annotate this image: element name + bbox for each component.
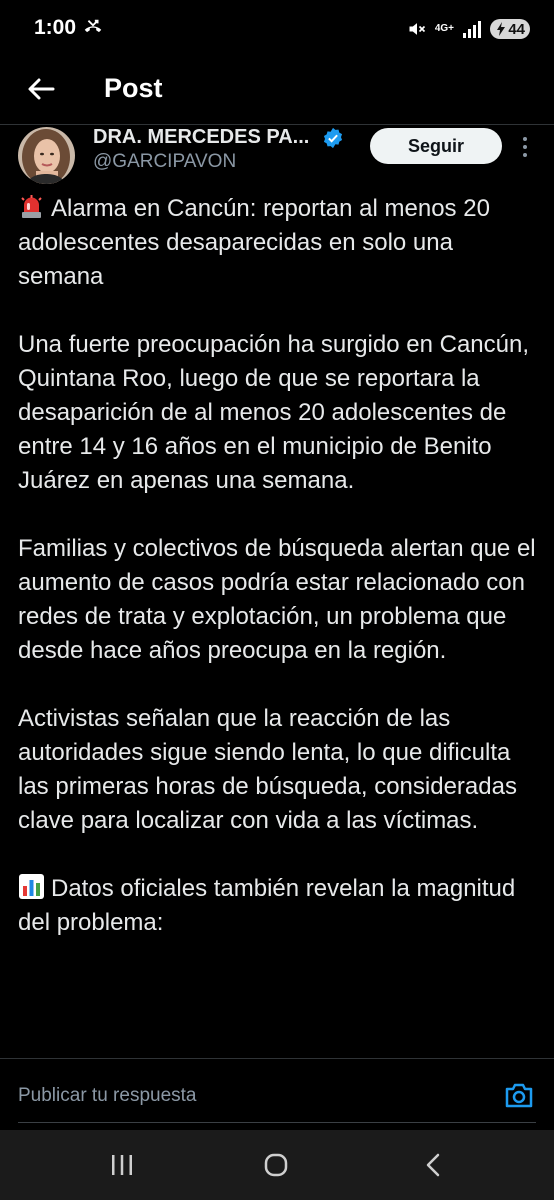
missed-call-icon: [84, 19, 102, 33]
post-header: DRA. MERCEDES PA... @GARCIPAVON Seguir: [0, 125, 554, 185]
page-title: Post: [104, 73, 163, 103]
verified-badge-icon: [323, 127, 343, 149]
paragraph-text: Familias y colectivos de búsqueda alerta…: [18, 535, 536, 664]
signal-icon: [463, 21, 481, 38]
follow-button[interactable]: Seguir: [370, 128, 502, 164]
arrow-left-icon: [28, 78, 55, 100]
avatar[interactable]: [18, 127, 75, 184]
post-paragraph: Datos oficiales también revelan la magni…: [18, 872, 538, 940]
author-name[interactable]: DRA. MERCEDES PA...: [93, 126, 309, 149]
network-type: 4G+: [434, 23, 454, 34]
rotating-light-icon: [21, 195, 42, 218]
post-paragraph: Alarma en Cancún: reportan al menos 20 a…: [18, 192, 538, 294]
post-paragraph: Familias y colectivos de búsqueda alerta…: [18, 532, 538, 668]
post-paragraph: Una fuerte preocupación ha surgido en Ca…: [18, 328, 538, 498]
reply-input[interactable]: Publicar tu respuesta: [18, 1085, 197, 1107]
recent-apps-icon[interactable]: [110, 1154, 134, 1176]
avatar-image: [18, 127, 75, 184]
reply-bar: Publicar tu respuesta: [0, 1058, 554, 1131]
paragraph-text: Una fuerte preocupación ha surgido en Ca…: [18, 331, 530, 494]
status-icons: 4G+ 44: [407, 16, 530, 42]
post-paragraph: Activistas señalan que la reacción de la…: [18, 702, 538, 838]
status-bar: 1:00 4G+ 44: [0, 0, 554, 60]
back-button[interactable]: [24, 72, 58, 106]
battery-indicator: 44: [490, 19, 530, 39]
top-bar: Post: [0, 60, 554, 124]
charging-icon: [497, 22, 505, 36]
battery-level: 44: [508, 20, 525, 38]
status-time: 1:00: [34, 16, 77, 39]
author-handle[interactable]: @GARCIPAVON: [93, 151, 236, 173]
navigation-bar: [0, 1130, 554, 1200]
post-text: Alarma en Cancún: reportan al menos 20 a…: [18, 192, 538, 974]
mute-icon: [409, 23, 425, 35]
bar-chart-icon: [19, 874, 44, 899]
paragraph-text: Activistas señalan que la reacción de la…: [18, 705, 517, 834]
paragraph-text: Alarma en Cancún: reportan al menos 20 a…: [18, 195, 490, 290]
nav-back-icon[interactable]: [424, 1153, 442, 1177]
camera-icon[interactable]: [504, 1081, 534, 1109]
home-icon[interactable]: [264, 1153, 288, 1177]
more-options-icon[interactable]: [520, 135, 530, 159]
paragraph-text: Datos oficiales también revelan la magni…: [18, 875, 516, 936]
reply-underline: [18, 1122, 536, 1123]
